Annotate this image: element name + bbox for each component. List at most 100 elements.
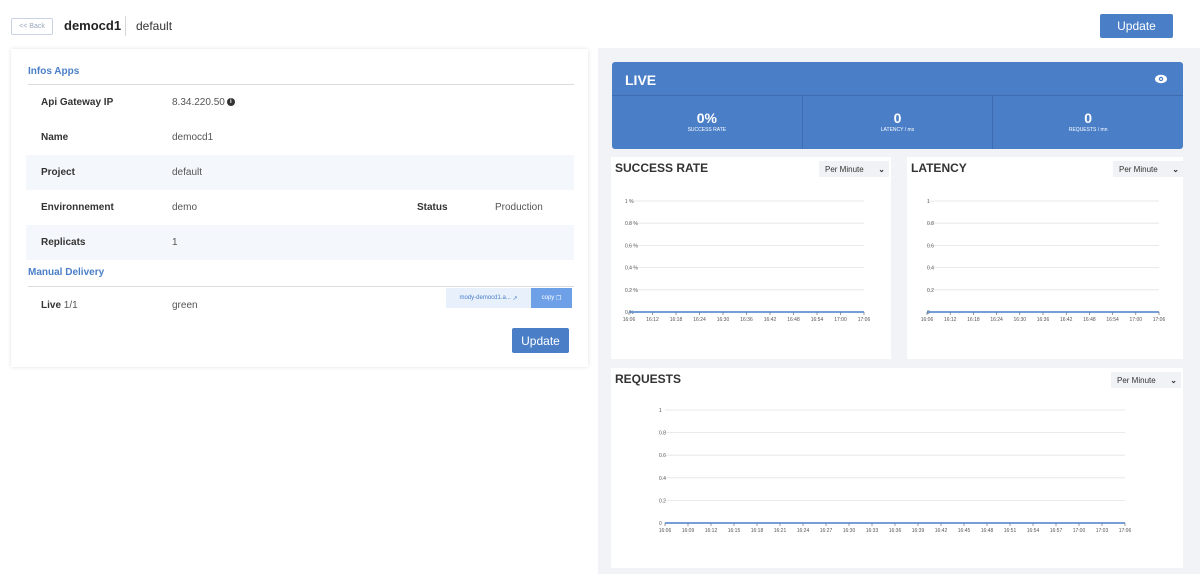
x-tick-label: 16:42 xyxy=(935,528,948,534)
project-name: default xyxy=(136,19,173,33)
x-tick-label: 16:12 xyxy=(944,317,957,323)
delivery-color: green xyxy=(172,300,198,311)
x-tick-label: 16:18 xyxy=(967,317,980,323)
y-tick-label: 0.8 xyxy=(659,431,666,437)
update-button[interactable]: Update xyxy=(512,328,569,353)
x-tick-label: 16:18 xyxy=(751,528,764,534)
info-label: Project xyxy=(41,167,75,178)
x-tick-label: 17:06 xyxy=(1119,528,1132,534)
y-tick-label: 0.8 xyxy=(927,221,934,227)
x-tick-label: 16:48 xyxy=(981,528,994,534)
y-tick-label: 0.4 xyxy=(659,476,666,482)
external-link-icon: ↗ xyxy=(512,295,518,302)
status-label: Status xyxy=(417,202,448,213)
live-latency: 0 LATENCY / ms xyxy=(801,96,993,149)
x-tick-label: 16:12 xyxy=(705,528,718,534)
y-tick-label: 0.4 xyxy=(927,266,934,272)
x-tick-label: 17:03 xyxy=(1096,528,1109,534)
top-bar: << Back democd1 default Update xyxy=(0,0,1200,50)
success-rate-plot: 0 % 0.2 % 0.4 % 0.6 % 0.8 % 1 % 16:06 16:12 16:1… xyxy=(623,199,871,323)
x-tick-label: 16:30 xyxy=(843,528,856,534)
x-tick-label: 16:42 xyxy=(764,317,777,323)
x-tick-label: 16:30 xyxy=(717,317,730,323)
x-tick-label: 16:18 xyxy=(670,317,683,323)
info-row-project: Project default xyxy=(26,155,574,190)
copy-button[interactable]: copy ❐ xyxy=(531,288,572,308)
x-tick-label: 17:00 xyxy=(834,317,847,323)
live-title: LIVE xyxy=(625,72,657,88)
x-tick-label: 17:00 xyxy=(1073,528,1086,534)
y-tick-label: 1 % xyxy=(625,199,634,205)
x-tick-label: 16:36 xyxy=(1037,317,1050,323)
x-tick-label: 16:24 xyxy=(693,317,706,323)
x-tick-label: 16:30 xyxy=(1014,317,1027,323)
success-rate-chart: SUCCESS RATE Per Minute ⌄ 0 % 0.2 % 0.4 % 0.… xyxy=(611,157,891,359)
live-stats: 0% SUCCESS RATE 0 LATENCY / ms 0 REQUEST… xyxy=(612,95,1183,149)
requests-value: 0 xyxy=(1084,110,1093,126)
manual-delivery-title: Manual Delivery xyxy=(28,267,105,278)
eye-icon[interactable] xyxy=(1155,74,1167,84)
x-tick-label: 16:51 xyxy=(1004,528,1017,534)
x-tick-label: 17:00 xyxy=(1130,317,1143,323)
x-tick-label: 16:54 xyxy=(1106,317,1119,323)
live-label: Live 1/1 xyxy=(41,300,78,311)
app-url-link[interactable]: mody-democd1.a... ↗ xyxy=(446,288,531,308)
y-tick-label: 0 xyxy=(659,521,662,527)
latency-value: 0 xyxy=(893,110,902,126)
y-tick-label: 1 xyxy=(927,199,930,205)
y-tick-label: 0.8 % xyxy=(625,221,638,227)
x-tick-label: 16:12 xyxy=(646,317,659,323)
info-value: 8.34.220.50 i xyxy=(172,97,235,108)
x-tick-label: 16:48 xyxy=(1083,317,1096,323)
status-value: Production xyxy=(495,202,543,213)
latency-plot: 0 0.2 0.4 0.6 0.8 1 16:06 16:12 16:18 16:24 16:30 1… xyxy=(921,199,1166,323)
info-row-environment: Environnement demo Status Production xyxy=(26,190,574,225)
y-tick-label: 0.6 % xyxy=(625,243,638,249)
info-icon[interactable]: i xyxy=(226,98,235,107)
info-value: democd1 xyxy=(172,132,214,143)
info-value: default xyxy=(172,167,203,178)
divider xyxy=(125,16,126,36)
requests-plot: 0 0.2 0.4 0.6 0.8 1 16:06 16:09 16:12 16:15 16:18 1… xyxy=(659,408,1132,534)
x-tick-label: 16:48 xyxy=(787,317,800,323)
infos-title: Infos Apps xyxy=(28,66,80,77)
x-tick-label: 16:06 xyxy=(659,528,672,534)
success-rate-value: 0% xyxy=(696,110,717,126)
x-tick-label: 16:06 xyxy=(921,317,934,323)
x-tick-label: 16:27 xyxy=(820,528,833,534)
copy-icon: ❐ xyxy=(555,295,562,302)
x-tick-label: 16:06 xyxy=(623,317,636,323)
info-label: Name xyxy=(41,132,69,143)
info-row-name: Name democd1 xyxy=(26,120,574,155)
info-row-replicats: Replicats 1 xyxy=(26,225,574,260)
requests-label: REQUESTS / mn xyxy=(1068,127,1108,133)
latency-chart: LATENCY Per Minute ⌄ 0 0.2 0.4 0.6 0.8 1 16:06 1… xyxy=(907,157,1183,359)
info-row-api-ip: Api Gateway IP 8.34.220.50 i xyxy=(26,85,574,120)
x-tick-label: 16:24 xyxy=(797,528,810,534)
info-value: 1 xyxy=(172,237,178,248)
x-tick-label: 16:39 xyxy=(912,528,925,534)
y-tick-label: 0 % xyxy=(625,310,634,316)
latency-label: LATENCY / ms xyxy=(880,127,915,133)
y-tick-label: 0.6 xyxy=(927,243,934,249)
x-tick-label: 17:06 xyxy=(858,317,871,323)
info-label: Environnement xyxy=(41,202,114,213)
live-card: LIVE 0% SUCCESS RATE 0 LATENCY / ms 0 RE… xyxy=(612,62,1183,149)
x-tick-label: 16:36 xyxy=(740,317,753,323)
x-tick-label: 16:24 xyxy=(990,317,1003,323)
app-name: democd1 xyxy=(64,18,122,33)
live-success-rate: 0% SUCCESS RATE xyxy=(612,96,802,149)
x-tick-label: 17:06 xyxy=(1153,317,1166,323)
requests-chart: REQUESTS Per Minute ⌄ 0 0.2 0.4 0.6 0.8 1 16:06… xyxy=(611,368,1183,568)
x-tick-label: 16:57 xyxy=(1050,528,1063,534)
y-tick-label: 0.2 xyxy=(659,498,666,504)
info-value: demo xyxy=(172,202,198,213)
live-requests: 0 REQUESTS / mn xyxy=(992,96,1183,149)
update-button-top[interactable]: Update xyxy=(1100,14,1173,38)
back-button[interactable]: << Back xyxy=(11,18,53,35)
x-tick-label: 16:33 xyxy=(866,528,879,534)
y-tick-label: 0.6 xyxy=(659,453,666,459)
x-tick-label: 16:21 xyxy=(774,528,787,534)
x-tick-label: 16:54 xyxy=(1027,528,1040,534)
y-tick-label: 0.2 % xyxy=(625,288,638,294)
